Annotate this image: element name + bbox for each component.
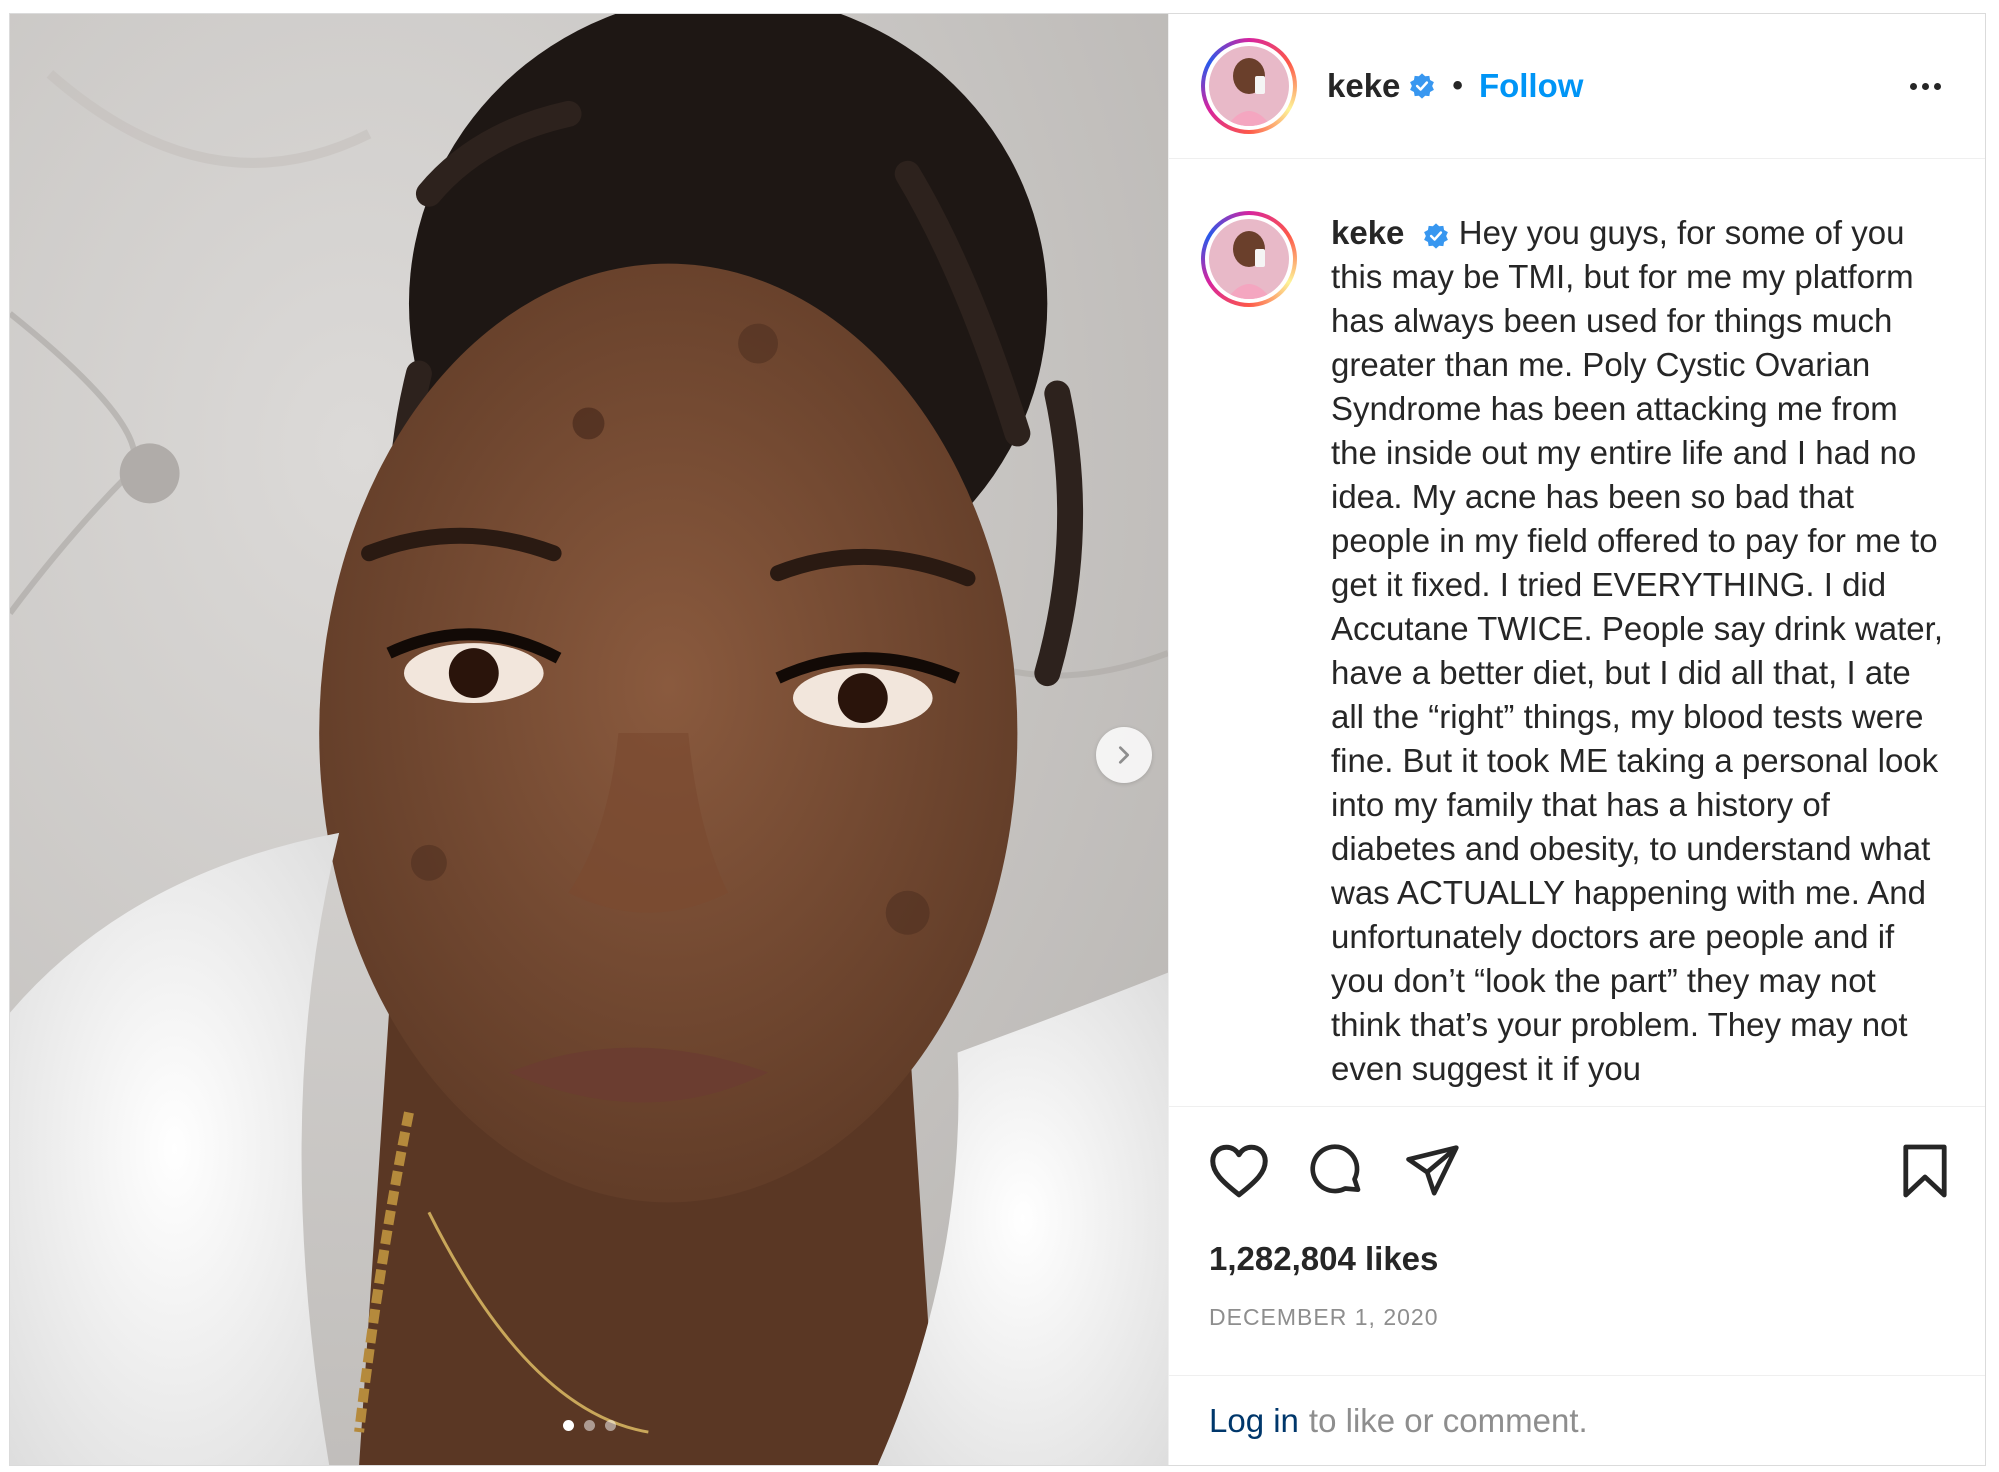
chevron-right-icon bbox=[1118, 746, 1130, 764]
post-header: keke • Follow bbox=[1169, 14, 1985, 159]
like-button[interactable] bbox=[1209, 1143, 1269, 1199]
share-icon bbox=[1406, 1144, 1459, 1195]
carousel-dot bbox=[604, 1420, 616, 1431]
caption-section: keke Hey you guys, for some of you this … bbox=[1169, 159, 1985, 1106]
post-username[interactable]: keke bbox=[1327, 67, 1400, 105]
post-photo bbox=[10, 14, 1168, 1465]
caption-avatar[interactable] bbox=[1201, 211, 1297, 307]
share-button[interactable] bbox=[1405, 1144, 1461, 1198]
instagram-post: keke • Follow keke Hey you guys, for som… bbox=[9, 13, 1986, 1466]
comment-icon bbox=[1310, 1143, 1361, 1193]
likes-count[interactable]: 1,282,804 likes bbox=[1169, 1240, 1985, 1278]
post-sidebar: keke • Follow keke Hey you guys, for som… bbox=[1168, 14, 1985, 1465]
caption-avatar-image bbox=[1209, 219, 1289, 299]
carousel-indicator bbox=[10, 1420, 1168, 1431]
comment-button[interactable] bbox=[1309, 1143, 1365, 1199]
caption-text: Hey you guys, for some of you this may b… bbox=[1331, 214, 1943, 1087]
action-bar bbox=[1169, 1106, 1985, 1234]
post-date[interactable]: DECEMBER 1, 2020 bbox=[1169, 1304, 1985, 1331]
more-options-icon[interactable] bbox=[1900, 73, 1951, 100]
avatar-image bbox=[1209, 46, 1289, 126]
login-prompt: Log in to like or comment. bbox=[1169, 1375, 1985, 1465]
carousel-dot bbox=[583, 1420, 595, 1431]
follow-button[interactable]: Follow bbox=[1479, 67, 1583, 105]
login-prompt-text: to like or comment. bbox=[1308, 1401, 1588, 1439]
post-media[interactable] bbox=[10, 14, 1168, 1465]
carousel-next-button[interactable] bbox=[1096, 727, 1152, 783]
login-link[interactable]: Log in bbox=[1209, 1402, 1299, 1440]
carousel-dot-active bbox=[562, 1420, 574, 1431]
heart-icon bbox=[1210, 1144, 1268, 1197]
save-button[interactable] bbox=[1901, 1143, 1949, 1199]
avatar[interactable] bbox=[1201, 38, 1297, 134]
post-caption: keke Hey you guys, for some of you this … bbox=[1331, 211, 1951, 1106]
verified-badge-icon bbox=[1423, 223, 1448, 249]
header-separator: • bbox=[1452, 69, 1463, 102]
bookmark-icon bbox=[1903, 1144, 1947, 1197]
verified-badge-icon bbox=[1410, 73, 1435, 99]
caption-username[interactable]: keke bbox=[1331, 214, 1404, 251]
